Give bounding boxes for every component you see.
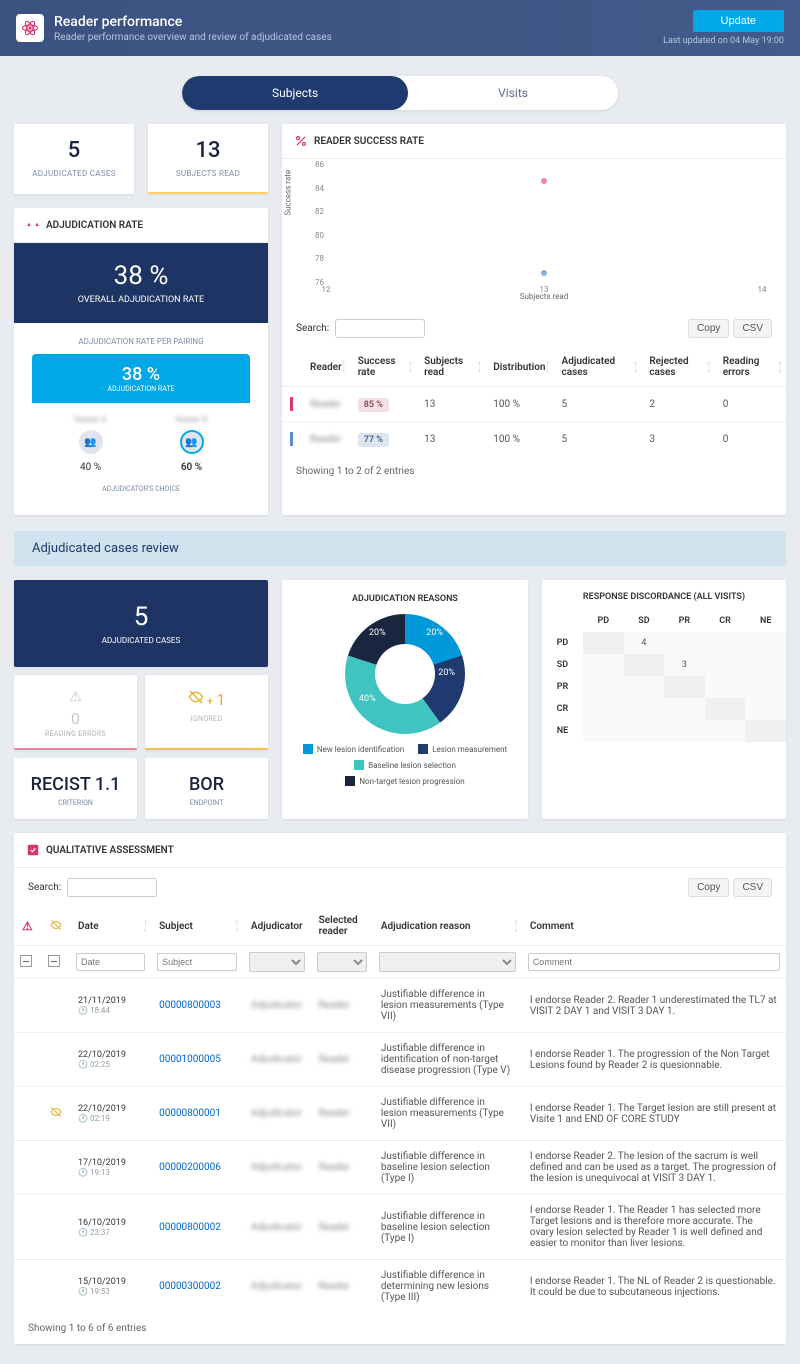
ignored-card: + 1 IGNORED	[145, 675, 268, 750]
reader-b: Reader B 👥 60 %	[141, 415, 242, 473]
table-row[interactable]: 22/10/2019🕐 02:19 00000800001 Adjudicato…	[14, 1087, 786, 1141]
table-row[interactable]: 16/10/2019🕐 23:37 00000800002 Adjudicato…	[14, 1195, 786, 1260]
review-banner: Adjudicated cases review	[14, 531, 786, 566]
endpoint-card: BOR ENDPOINT	[145, 758, 268, 819]
table-row[interactable]: Reader 77 % 13100 % 530	[282, 422, 786, 457]
table-row[interactable]: 15/10/2019🕐 19:53 00000300002 Adjudicato…	[14, 1260, 786, 1314]
stat-adjudicated-cases: 5 ADJUDICATED CASES	[14, 124, 134, 194]
legend-item: Non-target lesion progression	[345, 776, 464, 786]
chart-point-reader-b	[541, 270, 547, 276]
search-input[interactable]	[67, 878, 157, 897]
header-left: Reader performance Reader performance ov…	[16, 14, 332, 43]
table-row[interactable]: 21/11/2019🕐 18:44 00000800003 Adjudicato…	[14, 979, 786, 1033]
search-input[interactable]	[335, 319, 425, 338]
filter-adjudicator[interactable]	[249, 952, 305, 972]
adjudication-reasons-card: ADJUDICATION REASONS 20% 20% 40% 20% New…	[282, 580, 528, 819]
copy-button[interactable]: Copy	[688, 319, 729, 338]
checklist-icon	[26, 843, 40, 857]
section-title-text: ADJUDICATION RATE	[46, 220, 143, 231]
subject-link[interactable]: 00000300002	[159, 1281, 221, 1292]
stat-label: SUBJECTS READ	[156, 169, 260, 178]
subject-link[interactable]: 00000800001	[159, 1108, 221, 1119]
view-toggle: Subjects Visits	[0, 56, 800, 124]
reader-a: Reader A 👥 40 %	[40, 415, 141, 473]
reading-errors-card: ⚠ 0 READING ERRORS	[14, 675, 137, 750]
legend-item: New lesion identification	[303, 744, 404, 754]
row-marker	[290, 432, 293, 446]
tab-subjects[interactable]: Subjects	[182, 76, 408, 110]
stat-subjects-read: 13 SUBJECTS READ	[148, 124, 268, 194]
pairing-box: 38 % ADJUDICATION RATE Reader A 👥 40 % R…	[32, 354, 250, 501]
legend-item: Baseline lesion selection	[354, 760, 456, 770]
success-scatter-chart: Success rate 86 84 82 80 78 76 12 13 14	[282, 159, 786, 309]
success-table: Reader↑↓ Success rate↑↓ Subjects read↑↓ …	[282, 348, 786, 456]
criterion-card: RECIST 1.1 CRITERION	[14, 758, 137, 819]
app-header: Reader performance Reader performance ov…	[0, 0, 800, 56]
table-row[interactable]: 22/10/2019🕐 02:25 00001000005 Adjudicato…	[14, 1033, 786, 1087]
filter-subject[interactable]	[157, 953, 237, 971]
csv-button[interactable]: CSV	[733, 319, 772, 338]
atom-icon	[16, 14, 44, 42]
response-discordance-card: RESPONSE DISCORDANCE (ALL VISITS) PD SD …	[542, 580, 786, 819]
discordance-matrix: PD SD PR CR NE PD4SD3PRCRNE	[542, 610, 786, 742]
csv-button[interactable]: CSV	[733, 878, 772, 897]
avatar-icon: 👥	[79, 430, 103, 454]
eye-off-icon	[50, 1110, 62, 1121]
adj-cases-card: 5 ADJUDICATED CASES	[14, 580, 268, 667]
warning-icon: ⚠	[20, 689, 131, 705]
table-row[interactable]: 17/10/2019🕐 19:13 00000200006 Adjudicato…	[14, 1141, 786, 1195]
subject-link[interactable]: 00000200006	[159, 1162, 221, 1173]
filter-checkbox[interactable]	[48, 955, 60, 967]
table-row[interactable]: Reader 85 % 13100 % 520	[282, 387, 786, 422]
page-title: Reader performance	[54, 14, 332, 30]
donut-chart: 20% 20% 40% 20%	[345, 614, 465, 734]
last-updated: Last updated on 04 May 19:00	[663, 36, 784, 46]
subject-link[interactable]: 00001000005	[159, 1054, 221, 1065]
adjudication-rate-card: ADJUDICATION RATE 38 % OVERALL ADJUDICAT…	[14, 208, 268, 515]
section-title-text: READER SUCCESS RATE	[314, 136, 424, 147]
subject-link[interactable]: 00000800003	[159, 1000, 221, 1011]
stat-value: 13	[156, 138, 260, 163]
copy-button[interactable]: Copy	[688, 878, 729, 897]
stat-label: ADJUDICATED CASES	[22, 169, 126, 178]
filter-comment[interactable]	[528, 953, 780, 971]
avatar-icon: 👥	[180, 430, 204, 454]
eye-off-icon	[50, 920, 62, 934]
reader-success-card: READER SUCCESS RATE Success rate 86 84 8…	[282, 124, 786, 515]
table-info: Showing 1 to 6 of 6 entries	[14, 1313, 786, 1344]
page-subtitle: Reader performance overview and review o…	[54, 32, 332, 43]
tab-visits[interactable]: Visits	[408, 76, 618, 110]
qualitative-table: ⚠ Date↑↓ Subject↑↓ Adjudicator Selected …	[14, 907, 786, 1313]
percent-icon	[294, 134, 308, 148]
chart-point-reader-a	[541, 178, 547, 184]
stat-value: 5	[22, 138, 126, 163]
filter-date[interactable]	[76, 953, 145, 971]
overall-adj-rate: 38 % OVERALL ADJUDICATION RATE	[14, 243, 268, 323]
filter-selected-reader[interactable]	[317, 952, 367, 972]
subject-link[interactable]: 00000800002	[159, 1222, 221, 1233]
update-button[interactable]: Update	[693, 10, 784, 32]
scales-icon	[26, 218, 40, 232]
table-info: Showing 1 to 2 of 2 entries	[282, 456, 786, 487]
legend-item: Lesion measurement	[418, 744, 507, 754]
filter-checkbox[interactable]	[20, 955, 32, 967]
warning-icon: ⚠	[22, 919, 33, 933]
eye-off-icon	[188, 689, 204, 709]
filter-reason[interactable]	[379, 952, 516, 972]
row-marker	[290, 397, 293, 411]
header-right: Update Last updated on 04 May 19:00	[663, 10, 784, 46]
